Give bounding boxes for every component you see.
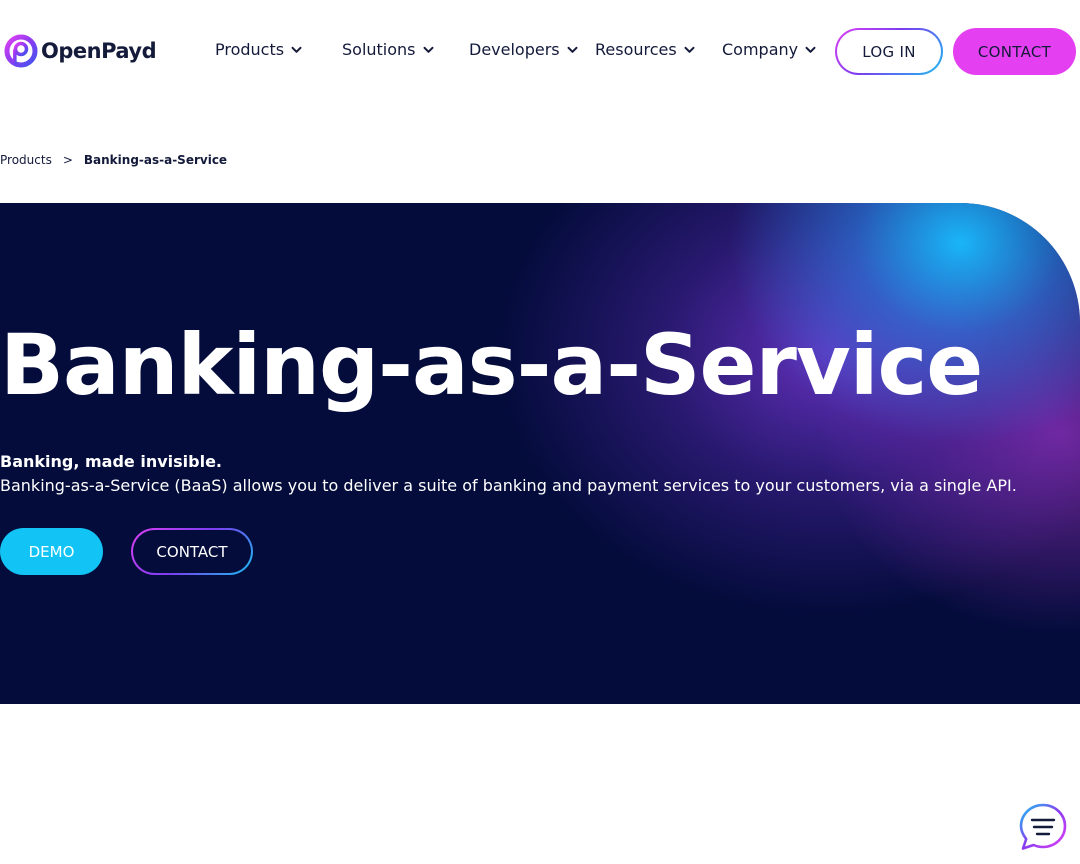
chat-widget-button[interactable] xyxy=(1018,802,1068,852)
brand-name: OpenPayd xyxy=(41,39,157,63)
site-header: OpenPayd Products Solutions Developers R… xyxy=(0,0,1080,102)
contact-button-header[interactable]: CONTACT xyxy=(953,28,1076,75)
nav-label: Resources xyxy=(595,40,677,59)
breadcrumb-separator: > xyxy=(62,153,73,167)
chevron-down-icon xyxy=(684,46,695,53)
hero-description: Banking-as-a-Service (BaaS) allows you t… xyxy=(0,476,1017,495)
chevron-down-icon xyxy=(291,46,302,53)
chevron-down-icon xyxy=(423,46,434,53)
nav-label: Company xyxy=(722,40,799,59)
breadcrumb: Products > Banking-as-a-Service xyxy=(0,153,227,167)
chevron-down-icon xyxy=(805,46,816,53)
nav-item-solutions[interactable]: Solutions xyxy=(342,40,434,59)
nav-item-resources[interactable]: Resources xyxy=(595,40,695,59)
login-button[interactable]: LOG IN xyxy=(835,28,943,75)
openpayd-logo[interactable]: OpenPayd xyxy=(4,34,157,68)
nav-item-company[interactable]: Company xyxy=(722,40,816,59)
breadcrumb-products-link[interactable]: Products xyxy=(0,153,52,167)
chat-bubble-icon xyxy=(1019,803,1067,850)
page-title: Banking-as-a-Service xyxy=(0,316,983,414)
hero-tagline: Banking, made invisible. xyxy=(0,452,223,471)
nav-label: Products xyxy=(215,40,285,59)
contact-button-hero[interactable]: CONTACT xyxy=(131,528,253,575)
chevron-down-icon xyxy=(567,46,578,53)
nav-label: Solutions xyxy=(342,40,416,59)
nav-label: Developers xyxy=(469,40,560,59)
openpayd-logo-icon xyxy=(4,34,38,68)
nav-item-products[interactable]: Products xyxy=(215,40,302,59)
demo-button[interactable]: DEMO xyxy=(0,528,103,575)
breadcrumb-current: Banking-as-a-Service xyxy=(83,153,228,167)
hero-section: Banking-as-a-Service Banking, made invis… xyxy=(0,203,1080,704)
nav-item-developers[interactable]: Developers xyxy=(469,40,578,59)
